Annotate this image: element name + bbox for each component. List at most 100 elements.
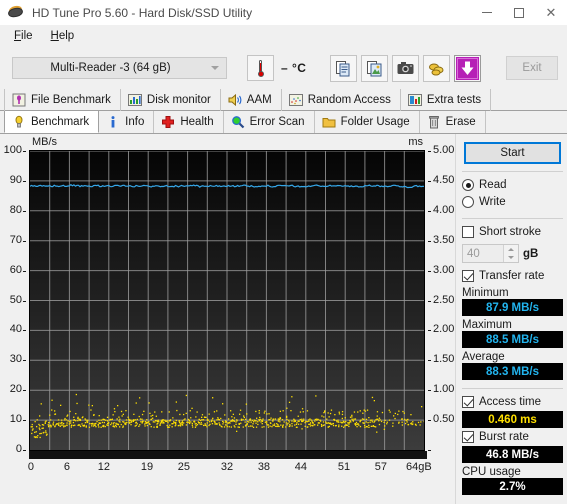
y-axis-right-tick: 1.50 [433,353,455,366]
chevron-down-icon [211,66,219,70]
y-axis-left-tick: 60 [9,263,22,276]
y-axis-right-tick: 2.50 [433,293,455,306]
title-bar: HD Tune Pro 5.60 - Hard Disk/SSD Utility… [0,0,567,26]
short-stroke-size-row: 40 gB [462,244,563,263]
results-panel: Start Read Write Short stroke 40 gB Tran… [455,134,567,504]
radio-write[interactable]: Write [462,194,563,210]
burst-rate-label: Burst rate [479,431,529,443]
short-stroke-label: Short stroke [479,226,541,238]
extra-chart-icon [407,94,422,106]
y-axis-left-tickmark [23,151,26,152]
checkbox-short-stroke[interactable]: Short stroke [462,224,563,240]
y-axis-left-tickmark [23,240,26,242]
screenshot-button[interactable] [392,54,420,82]
tab-erase[interactable]: Erase [420,111,486,133]
y-axis-left-tickmark [23,390,26,392]
save-button[interactable] [454,54,482,82]
plot-area [29,150,425,451]
y-axis-left-labels: 0 10 20 30 40 50 60 70 80 90 100 [0,144,26,455]
x-axis-tick: 25 [177,461,191,473]
exit-button[interactable]: Exit [506,56,558,80]
divider [462,388,563,389]
tab-disk-monitor[interactable]: Disk monitor [121,89,221,111]
minimum-value: 87.9 MB/s [485,301,540,314]
short-stroke-input[interactable]: 40 [462,244,519,263]
menu-item-help[interactable]: Help [43,28,85,45]
folder-icon [322,118,336,128]
y-axis-right-tick: 4.50 [433,173,455,186]
radio-write-icon [462,196,474,208]
x-axis-tick: 64gB [406,461,432,473]
drive-select[interactable]: Multi-Reader -3 (64 gB) [12,57,227,79]
maximum-value-box: 88.5 MB/s [462,331,563,348]
x-axis-bar [29,451,427,459]
tab-label: Random Access [307,94,391,106]
options-button[interactable] [423,54,451,82]
access-time-label: Access time [479,396,541,408]
hd-tune-window: HD Tune Pro 5.60 - Hard Disk/SSD Utility… [0,0,567,504]
y-axis-left-tick: 80 [9,203,22,216]
tab-extra-tests[interactable]: Extra tests [401,89,492,111]
y-axis-right-tickmark [428,330,431,332]
maximize-button[interactable] [503,0,535,26]
cpu-usage-value: 2.7% [499,480,526,493]
checkbox-transfer-rate[interactable]: Transfer rate [462,268,563,284]
y-axis-right-tickmark [428,210,431,212]
minimize-button[interactable] [471,0,503,26]
short-stroke-checkbox-icon [462,226,474,238]
tab-label: Erase [445,116,476,128]
tab-label: Benchmark [31,115,90,128]
y-axis-left-tickmark [23,360,26,362]
x-axis-tick: 57 [374,461,388,473]
coins-icon [429,63,444,75]
y-axis-left-tickmark [23,330,26,332]
tab-folder-usage[interactable]: Folder Usage [315,111,420,133]
tab-error-scan[interactable]: Error Scan [224,111,315,133]
tab-strip-row-2: Benchmark Info Health Error Scan Folder … [0,111,567,133]
y-axis-right-tick: 3.00 [433,263,455,276]
y-axis-right-tickmark [428,151,431,152]
tab-benchmark[interactable]: Benchmark [4,111,100,133]
burst-rate-value-box: 46.8 MB/s [462,446,563,463]
x-axis-tick: 12 [97,461,110,473]
menu-item-file[interactable]: File [6,28,43,45]
tab-info[interactable]: Info [99,111,155,133]
tab-aam[interactable]: AAM [221,89,282,111]
y-axis-right-labels: 0.000.501.001.502.002.503.003.504.004.50… [428,144,458,453]
tab-label: Disk monitor [146,94,211,106]
quantity-stepper[interactable] [503,245,518,262]
y-axis-right-tickmark [428,420,431,422]
access-time-value-box: 0.460 ms [462,411,563,428]
tab-file-benchmark[interactable]: File Benchmark [4,89,121,111]
close-button[interactable]: ✕ [535,0,567,26]
radio-read-label: Read [479,179,507,191]
y-axis-right-tickmark [428,390,431,392]
start-label: Start [500,147,525,159]
tab-health[interactable]: Health [154,111,224,133]
magnifier-icon [231,116,244,129]
hard-disk-icon [7,4,25,22]
maximum-label: Maximum [462,319,512,331]
y-axis-left-tickmark [23,450,26,451]
file-benchmark-icon [12,93,26,107]
bar-chart-icon [127,94,142,106]
y-axis-right-tick: 1.00 [433,383,455,396]
checkbox-access-time[interactable]: Access time [462,394,563,410]
average-value: 88.3 MB/s [485,365,540,378]
y-axis-left-tick: 40 [9,323,22,336]
divider [462,218,563,219]
x-axis-tick: 32 [220,461,234,473]
menu-file-rest: ile [21,30,33,42]
copy-image-button[interactable] [361,54,389,82]
start-button[interactable]: Start [464,142,561,164]
copy-text-button[interactable] [330,54,358,82]
stepper-up-button[interactable] [504,245,518,254]
checkbox-burst-rate[interactable]: Burst rate [462,429,563,445]
menu-bar: File Help [0,26,567,47]
window-controls: ✕ [471,0,567,26]
tab-random-access[interactable]: Random Access [282,89,401,111]
tab-strip-row-1: File Benchmark Disk monitor AAM Random A… [0,89,567,111]
stepper-down-button[interactable] [504,253,518,262]
x-axis-tick: 6 [63,461,70,473]
radio-read[interactable]: Read [462,177,563,193]
